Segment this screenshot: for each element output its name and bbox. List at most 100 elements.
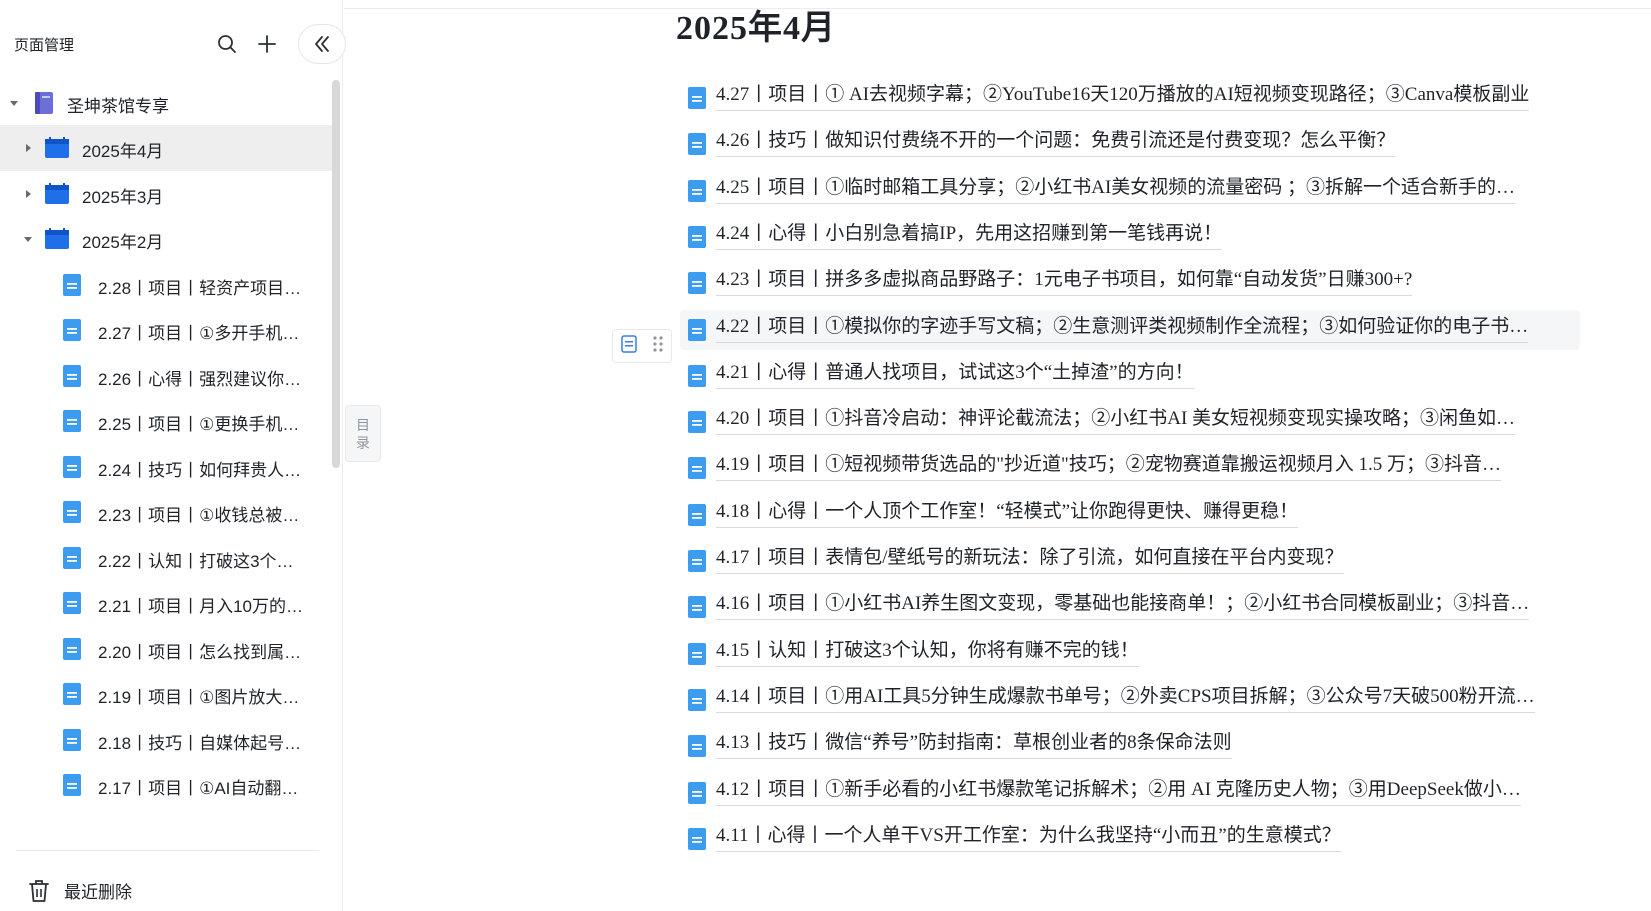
document-icon [63,592,81,619]
plus-icon [258,35,276,53]
doc-link-text[interactable]: 4.18丨心得丨一个人顶个工作室！“轻模式”让你跑得更快、赚得更稳！ [716,500,1299,528]
doc-link-text[interactable]: 4.26丨技巧丨做知识付费绕不开的一个问题：免费引流还是付费变现？怎么平衡？ [716,129,1396,157]
doc-link-text[interactable]: 4.21丨心得丨普通人找项目，试试这3个“土掉渣”的方向！ [716,361,1194,389]
doc-link-text[interactable]: 4.12丨项目丨①新手必看的小红书爆款笔记拆解术；②用 AI 克隆历史人物；③用… [716,778,1521,806]
recently-deleted-button[interactable]: 最近删除 [0,870,330,910]
tree-root-label: 圣坤茶馆专享 [67,97,169,116]
document-icon [688,643,706,670]
document-icon [688,550,706,577]
doc-link-row[interactable]: 4.15丨认知丨打破这3个认知，你将有赚不完的钱！ [680,634,1580,674]
sidebar-doc-item[interactable]: 2.27丨项目丨①多开手机… [0,307,333,353]
sidebar-doc-item[interactable]: 2.26丨心得丨强烈建议你… [0,353,333,399]
sidebar-doc-label: 2.26丨心得丨强烈建议你… [98,370,302,389]
document-icon [688,226,706,253]
main-content: 2025年4月 4.27丨项目丨① AI去视频字幕；②YouTube16天120… [344,0,1651,911]
doc-link-text[interactable]: 4.11丨心得丨一个人单干VS开工作室：为什么我坚持“小而丑”的生意模式？ [716,824,1341,852]
folder-label: 2025年4月 [82,142,164,161]
doc-link-row[interactable]: 4.24丨心得丨小白别急着搞IP，先用这招赚到第一笔钱再说！ [680,217,1580,257]
doc-link-text[interactable]: 4.15丨认知丨打破这3个认知，你将有赚不完的钱！ [716,639,1139,667]
document-icon [688,319,706,346]
doc-link-row[interactable]: 4.21丨心得丨普通人找项目，试试这3个“土掉渣”的方向！ [680,356,1580,396]
document-icon[interactable] [620,334,637,358]
doc-link-row[interactable]: 4.17丨项目丨表情包/壁纸号的新玩法：除了引流，如何直接在平台内变现？ [680,541,1580,581]
folder-2025-04[interactable]: 2025年4月 [0,125,333,171]
doc-link-row[interactable]: 4.14丨项目丨①用AI工具5分钟生成爆款书单号；②外卖CPS项目拆解；③公众号… [680,680,1580,720]
tree-root[interactable]: 圣坤茶馆专享 [0,80,333,126]
doc-link-row[interactable]: 4.25丨项目丨①临时邮箱工具分享；②小红书AI美女视频的流量密码 ；③拆解一个… [680,171,1580,211]
document-icon [688,782,706,809]
sidebar-doc-label: 2.17丨项目丨①AI自动翻… [98,779,299,798]
search-button[interactable] [213,30,241,58]
folder-label: 2025年3月 [82,188,164,207]
sidebar-divider [16,850,319,851]
caret-right-icon[interactable] [22,188,34,200]
document-icon [688,689,706,716]
sidebar-doc-label: 2.24丨技巧丨如何拜贵人… [98,461,302,480]
folder-2025-02[interactable]: 2025年2月 [0,216,333,262]
doc-link-text[interactable]: 4.14丨项目丨①用AI工具5分钟生成爆款书单号；②外卖CPS项目拆解；③公众号… [716,685,1535,713]
document-icon [63,274,81,301]
doc-link-row[interactable]: 4.20丨项目丨①抖音冷启动：神评论截流法；②小红书AI 美女短视频变现实操攻略… [680,402,1580,442]
sidebar-doc-item[interactable]: 2.24丨技巧丨如何拜贵人… [0,444,333,490]
doc-link-text[interactable]: 4.24丨心得丨小白别急着搞IP，先用这招赚到第一笔钱再说！ [716,222,1223,250]
doc-link-row[interactable]: 4.16丨项目丨①小红书AI养生图文变现，零基础也能接商单！；②小红书合同模板副… [680,587,1580,627]
document-icon [688,87,706,114]
document-icon [63,319,81,346]
doc-link-text[interactable]: 4.20丨项目丨①抖音冷启动：神评论截流法；②小红书AI 美女短视频变现实操攻略… [716,407,1516,435]
app-window: 页面管理 圣坤茶馆专享 2025年4月 2025年3月 2025年2月 2.28… [0,0,1651,911]
document-icon [688,365,706,392]
doc-link-row[interactable]: 4.11丨心得丨一个人单干VS开工作室：为什么我坚持“小而丑”的生意模式？ [680,819,1580,859]
document-icon [688,272,706,299]
calendar-folder-icon [44,228,70,255]
doc-link-text[interactable]: 4.19丨项目丨①短视频带货选品的"抄近道"技巧；②宠物赛道靠搬运视频月入 1.… [716,453,1502,481]
doc-link-text[interactable]: 4.22丨项目丨①模拟你的字迹手写文稿；②生意测评类视频制作全流程；③如何验证你… [716,315,1529,343]
sidebar-doc-item[interactable]: 2.20丨项目丨怎么找到属… [0,626,333,672]
doc-link-row[interactable]: 4.13丨技巧丨微信“养号”防封指南：草根创业者的8条保命法则 [680,726,1580,766]
sidebar-doc-label: 2.28丨项目丨轻资产项目… [98,279,302,298]
recently-deleted-label: 最近删除 [64,882,132,902]
trash-icon [28,879,50,908]
doc-link-row[interactable]: 4.26丨技巧丨做知识付费绕不开的一个问题：免费引流还是付费变现？怎么平衡？ [680,124,1580,164]
folder-label: 2025年2月 [82,233,164,252]
doc-link-row[interactable]: 4.27丨项目丨① AI去视频字幕；②YouTube16天120万播放的AI短视… [680,78,1580,118]
document-icon [63,638,81,665]
sidebar: 页面管理 圣坤茶馆专享 2025年4月 2025年3月 2025年2月 2.28… [0,0,346,911]
sidebar-doc-item[interactable]: 2.28丨项目丨轻资产项目… [0,262,333,308]
sidebar-doc-item[interactable]: 2.25丨项目丨①更换手机… [0,398,333,444]
collapse-sidebar-button[interactable] [298,24,346,64]
doc-link-row[interactable]: 4.23丨项目丨拼多多虚拟商品野路子：1元电子书项目，如何靠“自动发货”日赚30… [680,263,1580,303]
doc-link-row[interactable]: 4.22丨项目丨①模拟你的字迹手写文稿；②生意测评类视频制作全流程；③如何验证你… [680,310,1580,350]
sidebar-doc-item[interactable]: 2.22丨认知丨打破这3个… [0,535,333,581]
sidebar-doc-label: 2.18丨技巧丨自媒体起号… [98,734,302,753]
doc-link-text[interactable]: 4.13丨技巧丨微信“养号”防封指南：草根创业者的8条保命法则 [716,731,1232,759]
sidebar-header: 页面管理 [0,0,346,90]
sidebar-doc-item[interactable]: 2.19丨项目丨①图片放大… [0,671,333,717]
doc-link-row[interactable]: 4.19丨项目丨①短视频带货选品的"抄近道"技巧；②宠物赛道靠搬运视频月入 1.… [680,448,1580,488]
document-icon [63,501,81,528]
sidebar-doc-item[interactable]: 2.23丨项目丨①收钱总被… [0,489,333,535]
doc-link-text[interactable]: 4.23丨项目丨拼多多虚拟商品野路子：1元电子书项目，如何靠“自动发货”日赚30… [716,268,1413,296]
doc-link-text[interactable]: 4.27丨项目丨① AI去视频字幕；②YouTube16天120万播放的AI短视… [716,83,1530,111]
doc-link-text[interactable]: 4.17丨项目丨表情包/壁纸号的新玩法：除了引流，如何直接在平台内变现？ [716,546,1344,574]
document-icon [63,456,81,483]
doc-link-row[interactable]: 4.18丨心得丨一个人顶个工作室！“轻模式”让你跑得更快、赚得更稳！ [680,495,1580,535]
top-divider [344,8,1651,9]
document-icon [63,410,81,437]
doc-link-text[interactable]: 4.16丨项目丨①小红书AI养生图文变现，零基础也能接商单！；②小红书合同模板副… [716,592,1530,620]
calendar-folder-icon [44,183,70,210]
caret-down-icon[interactable] [8,97,20,109]
doc-link-row[interactable]: 4.12丨项目丨①新手必看的小红书爆款笔记拆解术；②用 AI 克隆历史人物；③用… [680,773,1580,813]
sidebar-doc-item[interactable]: 2.18丨技巧丨自媒体起号… [0,717,333,763]
document-icon [688,596,706,623]
sidebar-scrollbar[interactable] [332,80,340,468]
caret-down-icon[interactable] [22,233,34,245]
doc-link-text[interactable]: 4.25丨项目丨①临时邮箱工具分享；②小红书AI美女视频的流量密码 ；③拆解一个… [716,176,1516,204]
book-icon [33,91,55,120]
folder-2025-03[interactable]: 2025年3月 [0,171,333,217]
add-page-button[interactable] [253,30,281,58]
drag-handle-icon[interactable] [652,335,664,358]
caret-right-icon[interactable] [22,142,34,154]
sidebar-doc-label: 2.20丨项目丨怎么找到属… [98,643,302,662]
sidebar-doc-item[interactable]: 2.21丨项目丨月入10万的… [0,580,333,626]
sidebar-doc-item[interactable]: 2.17丨项目丨①AI自动翻… [0,762,333,808]
